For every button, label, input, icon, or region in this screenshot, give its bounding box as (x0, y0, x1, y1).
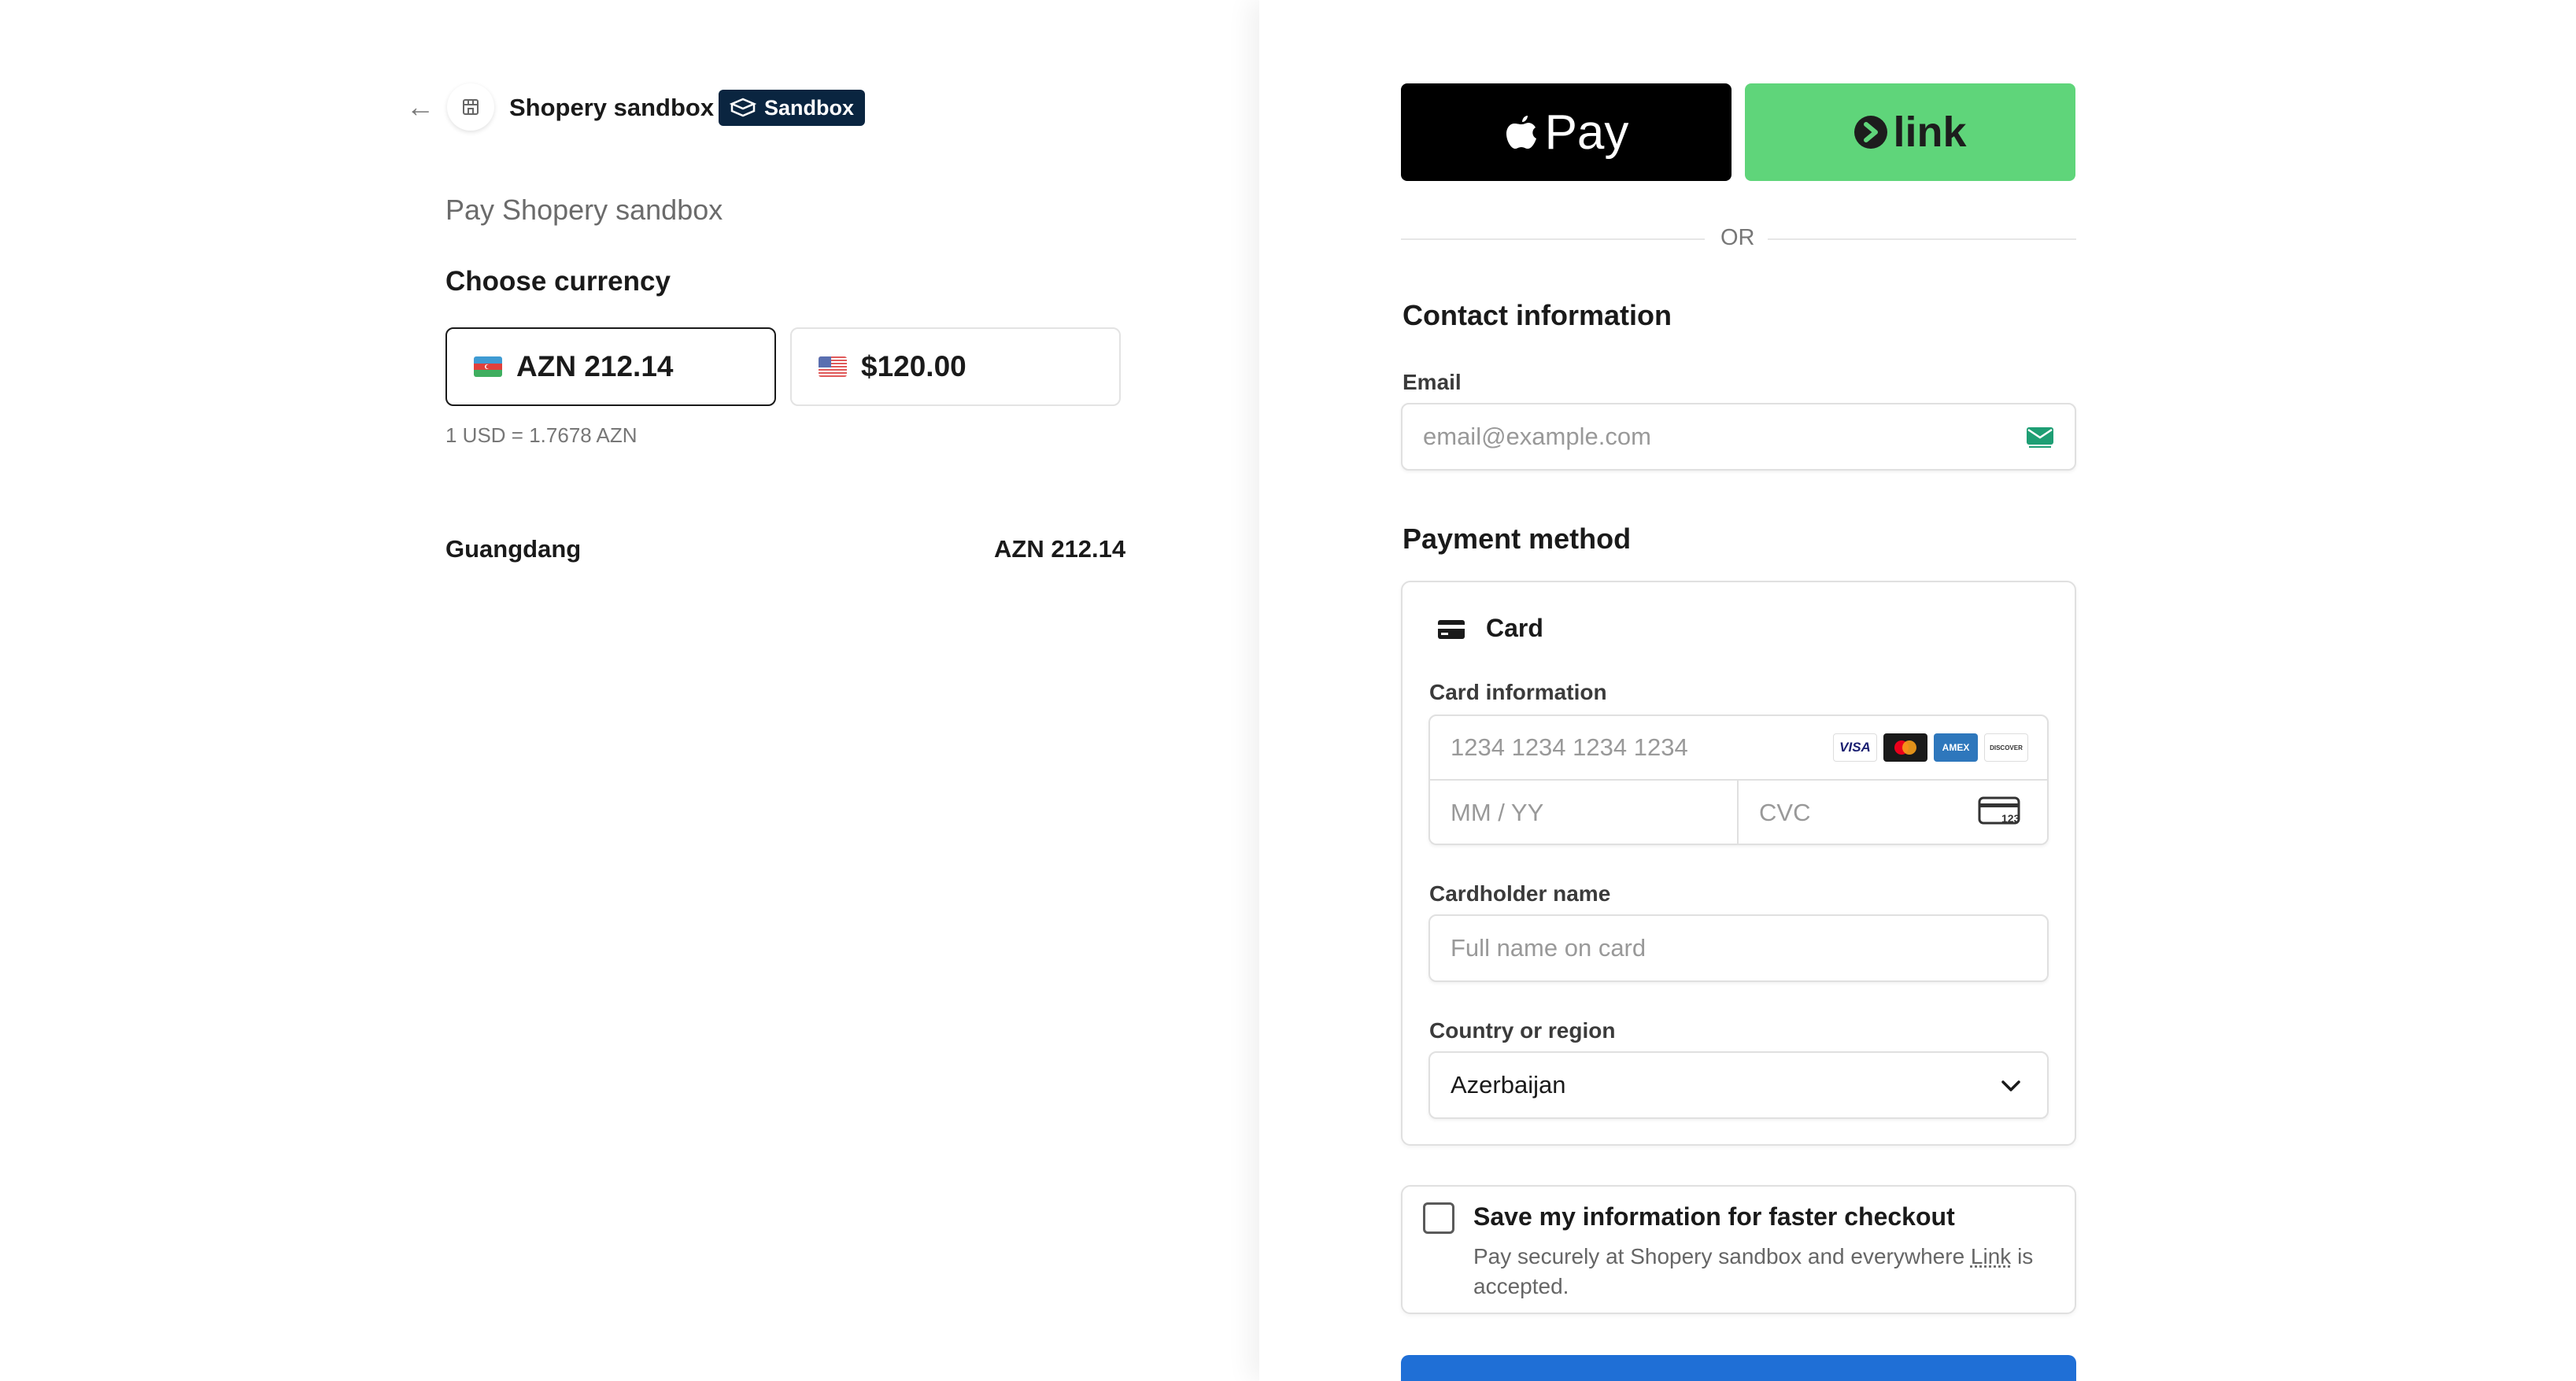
az-flag-icon (474, 356, 502, 377)
save-info-description: Pay securely at Shopery sandbox and ever… (1473, 1242, 2056, 1302)
us-flag-icon (819, 356, 847, 377)
currency-option-usd[interactable]: $120.00 (790, 327, 1121, 406)
chevron-down-icon (1998, 1073, 2023, 1099)
back-arrow-icon[interactable]: ← (406, 91, 438, 123)
country-label: Country or region (1429, 1018, 1615, 1043)
country-select[interactable]: Azerbaijan (1428, 1051, 2049, 1119)
store-name: Shopery sandbox (509, 94, 714, 122)
currency-amount: AZN 212.14 (516, 350, 674, 383)
line-item-name: Guangdang (445, 535, 581, 563)
or-divider-left (1401, 238, 1705, 240)
sandbox-badge: Sandbox (719, 90, 865, 126)
mastercard-icon (1883, 733, 1927, 762)
card-method-label[interactable]: Card (1486, 614, 1543, 643)
link-learn-more[interactable]: Link (1971, 1244, 2011, 1268)
line-item-price: AZN 212.14 (994, 535, 1125, 563)
apple-pay-label: Pay (1545, 105, 1629, 161)
cvc-input[interactable]: CVC 123 (1739, 781, 2049, 845)
expiry-placeholder: MM / YY (1451, 799, 1543, 827)
link-label: link (1893, 108, 1966, 157)
order-summary-panel: ← Shopery sandbox Sandbox Pay Shopery sa… (0, 0, 1259, 1381)
link-arrow-icon (1853, 115, 1888, 150)
visa-icon: VISA (1833, 733, 1877, 762)
or-divider-text: OR (1720, 225, 1755, 251)
cardholder-placeholder: Full name on card (1451, 934, 1646, 962)
country-value: Azerbaijan (1451, 1071, 1565, 1099)
contact-info-title: Contact information (1403, 299, 1672, 332)
email-input[interactable]: email@example.com (1401, 403, 2076, 471)
cvc-card-icon: 123 (1978, 796, 2022, 828)
sandbox-badge-label: Sandbox (764, 96, 854, 120)
amex-icon: AMEX (1934, 733, 1978, 762)
email-label: Email (1403, 370, 1462, 395)
pay-submit-button[interactable] (1401, 1355, 2076, 1381)
save-info-checkbox[interactable] (1423, 1202, 1454, 1234)
cardholder-input[interactable]: Full name on card (1428, 914, 2049, 982)
email-autofill-icon (2026, 426, 2054, 449)
card-info-label: Card information (1429, 680, 1607, 705)
discover-icon: DISCOVER (1984, 733, 2028, 762)
save-info-title: Save my information for faster checkout (1473, 1202, 1955, 1231)
exchange-rate: 1 USD = 1.7678 AZN (445, 423, 638, 448)
currency-amount: $120.00 (861, 350, 966, 383)
card-icon (1437, 618, 1465, 641)
store-icon (447, 83, 494, 131)
save-desc-prefix: Pay securely at Shopery sandbox and ever… (1473, 1244, 1971, 1268)
card-number-input[interactable]: 1234 1234 1234 1234 VISA AMEX DISCOVER (1430, 716, 2047, 781)
expiry-input[interactable]: MM / YY (1430, 781, 1739, 845)
save-info-box: Save my information for faster checkout … (1401, 1185, 2076, 1314)
cvc-placeholder: CVC (1759, 799, 1810, 827)
choose-currency-title: Choose currency (445, 266, 671, 297)
currency-option-azn[interactable]: AZN 212.14 (445, 327, 776, 406)
cardholder-label: Cardholder name (1429, 881, 1610, 907)
pay-title: Pay Shopery sandbox (445, 194, 723, 227)
email-placeholder: email@example.com (1423, 423, 1651, 451)
link-pay-button[interactable]: link (1745, 83, 2075, 181)
payment-method-title: Payment method (1403, 522, 1631, 556)
card-number-placeholder: 1234 1234 1234 1234 (1451, 733, 1688, 762)
apple-pay-button[interactable]: Pay (1401, 83, 1732, 181)
card-brands: VISA AMEX DISCOVER (1833, 733, 2028, 762)
apple-logo-icon (1504, 111, 1539, 153)
cvc-icon-text: 123 (2001, 812, 2020, 825)
or-divider-right (1768, 238, 2076, 240)
sandbox-box-icon (730, 98, 756, 118)
card-info-group: 1234 1234 1234 1234 VISA AMEX DISCOVER M… (1428, 715, 2049, 845)
